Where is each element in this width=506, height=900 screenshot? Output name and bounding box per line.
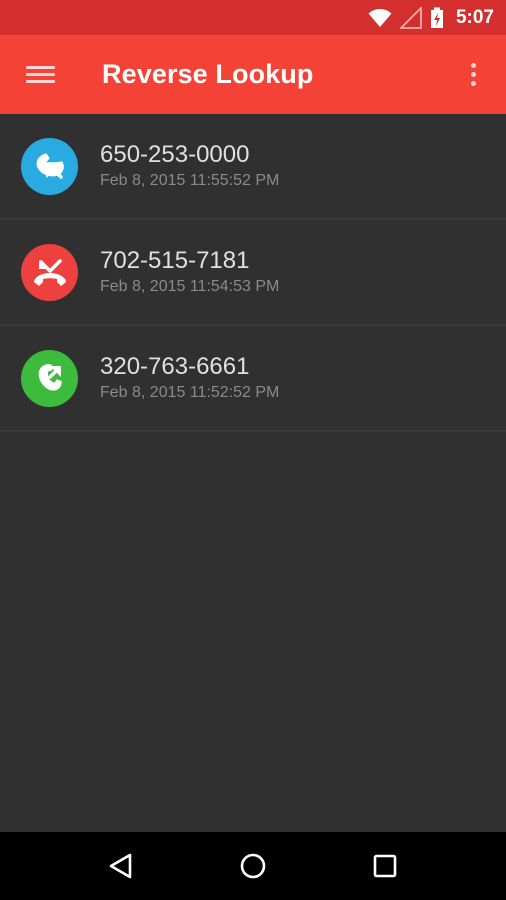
call-missed-icon: [21, 243, 78, 301]
back-icon: [109, 853, 132, 879]
call-timestamp: Feb 8, 2015 11:55:52 PM: [100, 171, 280, 189]
recents-button[interactable]: [355, 836, 415, 896]
more-options-button[interactable]: [440, 35, 506, 114]
battery-charging-icon: [430, 7, 443, 28]
phone-number: 320-763-6661: [100, 352, 250, 380]
more-vert-icon: [470, 63, 476, 68]
menu-icon: [25, 62, 55, 87]
back-button[interactable]: [91, 836, 151, 896]
recents-icon: [373, 854, 397, 878]
call-outgoing-icon: [21, 349, 78, 407]
status-bar: 5:07: [0, 0, 506, 35]
phone-number: 650-253-0000: [100, 140, 250, 168]
menu-button[interactable]: [0, 35, 80, 114]
list-item[interactable]: 702-515-7181 Feb 8, 2015 11:54:53 PM: [0, 220, 506, 326]
home-button[interactable]: [223, 836, 283, 896]
phone-number: 702-515-7181: [100, 246, 250, 274]
cell-signal-icon: [399, 6, 422, 29]
call-list: 650-253-0000 Feb 8, 2015 11:55:52 PM 702…: [0, 114, 506, 432]
navigation-bar: [0, 832, 506, 900]
status-time: 5:07: [455, 6, 494, 28]
home-icon: [240, 853, 266, 879]
call-timestamp: Feb 8, 2015 11:54:53 PM: [100, 277, 280, 295]
call-incoming-icon: [21, 137, 78, 195]
call-timestamp: Feb 8, 2015 11:52:52 PM: [100, 383, 280, 401]
wifi-icon: [368, 8, 392, 27]
page-title: Reverse Lookup: [102, 59, 314, 89]
list-item[interactable]: 650-253-0000 Feb 8, 2015 11:55:52 PM: [0, 114, 506, 220]
list-item[interactable]: 320-763-6661 Feb 8, 2015 11:52:52 PM: [0, 326, 506, 432]
app-bar: Reverse Lookup: [0, 35, 506, 114]
